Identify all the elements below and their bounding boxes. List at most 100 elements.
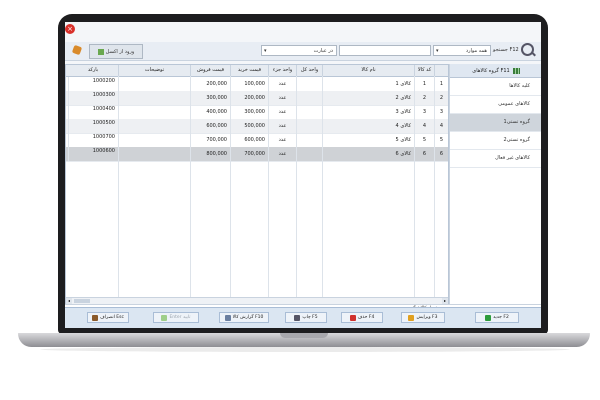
cell-unit-total xyxy=(296,77,322,91)
new-button-label: جدید F2 xyxy=(493,315,509,320)
groups-header: گروه کالاهای F11 xyxy=(450,64,541,78)
delete-button[interactable]: حذف F4 xyxy=(341,312,383,323)
laptop-shadow xyxy=(40,347,570,352)
import-excel-button[interactable]: ورود از اکسل xyxy=(89,44,143,59)
cell-sell-price: 800,000 xyxy=(190,147,230,161)
cell-barcode: 1000600 xyxy=(68,147,118,161)
col-unit-total[interactable]: واحد کل xyxy=(296,65,322,76)
confirm-button[interactable]: Enter تایید xyxy=(153,312,199,323)
cell-description xyxy=(118,119,190,133)
grid-icon xyxy=(512,67,520,74)
brush-icon[interactable] xyxy=(71,44,83,56)
search-scope-select[interactable]: ▾ همه موارد xyxy=(433,45,491,56)
horizontal-scrollbar[interactable]: ◂ ▸ xyxy=(66,297,448,304)
scrollbar-thumb[interactable] xyxy=(74,299,90,303)
col-description[interactable]: توضیحات xyxy=(118,65,190,76)
cell-sell-price: 400,000 xyxy=(190,105,230,119)
sidebar-item-inactive[interactable]: کالاهای غیر فعال xyxy=(450,150,541,168)
cell-sell-price: 700,000 xyxy=(190,133,230,147)
cell-code: 5 xyxy=(414,133,434,147)
cell-unit: عدد xyxy=(268,77,296,91)
excel-icon xyxy=(97,48,104,55)
cell-code: 6 xyxy=(414,147,434,161)
cell-sell-price: 200,000 xyxy=(190,77,230,91)
cell-index: 5 xyxy=(434,133,448,147)
cancel-icon xyxy=(92,314,99,321)
col-barcode[interactable]: بارکد xyxy=(68,65,118,76)
sidebar-item-test2[interactable]: گروه تستی2 xyxy=(450,132,541,150)
search-label: جستجو F12 xyxy=(493,47,519,53)
cancel-button[interactable]: انصراف Esc xyxy=(87,312,129,323)
table-row[interactable]: 1000500 600,000 500,000 عدد کالای 444 xyxy=(66,119,448,134)
table-row[interactable]: 1000600 800,000 700,000 عدد کالای 666 xyxy=(66,147,448,162)
edit-button[interactable]: ویرایش F3 xyxy=(401,312,445,323)
print-icon xyxy=(294,314,301,321)
cell-code: 3 xyxy=(414,105,434,119)
sidebar-item-all[interactable]: کلیه کالاها xyxy=(450,78,541,96)
cell-index: 6 xyxy=(434,147,448,161)
table-row[interactable]: 1000200 200,000 100,000 عدد کالای 111 xyxy=(66,77,448,92)
cell-name: کالای 6 xyxy=(322,147,414,161)
chevron-down-icon: ▾ xyxy=(264,48,267,54)
cancel-button-label: انصراف Esc xyxy=(100,315,124,320)
report-button[interactable]: گزارش کالا F10 xyxy=(219,312,269,323)
table-row[interactable]: 1000700 700,000 600,000 عدد کالای 555 xyxy=(66,133,448,148)
cell-unit-total xyxy=(296,105,322,119)
sidebar-item-test1[interactable]: گروه تستی1 xyxy=(450,114,541,132)
laptop-notch xyxy=(280,333,328,338)
search-toolbar: ورود از اکسل ▾ در عبارت ▾ همه موارد جستج… xyxy=(65,42,541,61)
cell-description xyxy=(118,147,190,161)
cell-description xyxy=(118,105,190,119)
table-row[interactable]: 1000300 300,000 200,000 عدد کالای 222 xyxy=(66,91,448,106)
cell-barcode: 1000700 xyxy=(68,133,118,147)
cell-unit: عدد xyxy=(268,133,296,147)
print-button[interactable]: چاپ F5 xyxy=(285,312,327,323)
cell-unit-total xyxy=(296,133,322,147)
search-icon[interactable] xyxy=(521,43,534,56)
cell-index: 3 xyxy=(434,105,448,119)
cell-barcode: 1000500 xyxy=(68,119,118,133)
groups-header-label: گروه کالاهای F11 xyxy=(472,67,510,74)
cell-code: 1 xyxy=(414,77,434,91)
cell-buy-price: 300,000 xyxy=(230,105,268,119)
cell-description xyxy=(118,77,190,91)
col-sell-price[interactable]: قیمت فروش xyxy=(190,65,230,76)
cell-unit-total xyxy=(296,119,322,133)
cell-buy-price: 700,000 xyxy=(230,147,268,161)
sidebar-item-general[interactable]: کالاهای عمومی xyxy=(450,96,541,114)
cell-description xyxy=(118,133,190,147)
cell-name: کالای 1 xyxy=(322,77,414,91)
action-toolbar: انصراف Esc Enter تایید گزارش کالا F10 چاپ F… xyxy=(65,307,541,328)
table-row[interactable]: 1000400 400,000 300,000 عدد کالای 333 xyxy=(66,105,448,120)
col-buy-price[interactable]: قیمت خرید xyxy=(230,65,268,76)
cell-unit: عدد xyxy=(268,119,296,133)
cell-unit: عدد xyxy=(268,147,296,161)
cell-unit: عدد xyxy=(268,105,296,119)
cell-buy-price: 500,000 xyxy=(230,119,268,133)
edit-icon xyxy=(408,314,415,321)
cell-name: کالای 5 xyxy=(322,133,414,147)
cell-code: 2 xyxy=(414,91,434,105)
edit-button-label: ویرایش F3 xyxy=(416,315,438,320)
cell-index: 2 xyxy=(434,91,448,105)
cell-barcode: 1000300 xyxy=(68,91,118,105)
cell-buy-price: 100,000 xyxy=(230,77,268,91)
products-table: بارکد توضیحات قیمت فروش قیمت خرید واحد ج… xyxy=(65,64,449,304)
cell-buy-price: 600,000 xyxy=(230,133,268,147)
search-input[interactable] xyxy=(339,45,431,56)
groups-sidebar: گروه کالاهای F11 کلیه کالاها کالاهای عمو… xyxy=(449,64,541,304)
col-index xyxy=(434,65,448,76)
new-button[interactable]: جدید F2 xyxy=(475,312,519,323)
search-mode-select[interactable]: ▾ در عبارت xyxy=(261,45,337,56)
col-unit[interactable]: واحد جزء xyxy=(268,65,296,76)
laptop-base xyxy=(18,333,590,347)
cell-index: 1 xyxy=(434,77,448,91)
search-mode-value: در عبارت xyxy=(313,48,333,54)
cell-unit-total xyxy=(296,91,322,105)
chevron-down-icon: ▾ xyxy=(436,48,439,54)
print-button-label: چاپ F5 xyxy=(302,315,318,320)
close-icon[interactable]: × xyxy=(65,24,75,34)
col-name[interactable]: نام کالا xyxy=(322,65,414,76)
import-excel-label: ورود از اکسل xyxy=(105,48,135,55)
col-code[interactable]: کد کالا xyxy=(414,65,434,76)
